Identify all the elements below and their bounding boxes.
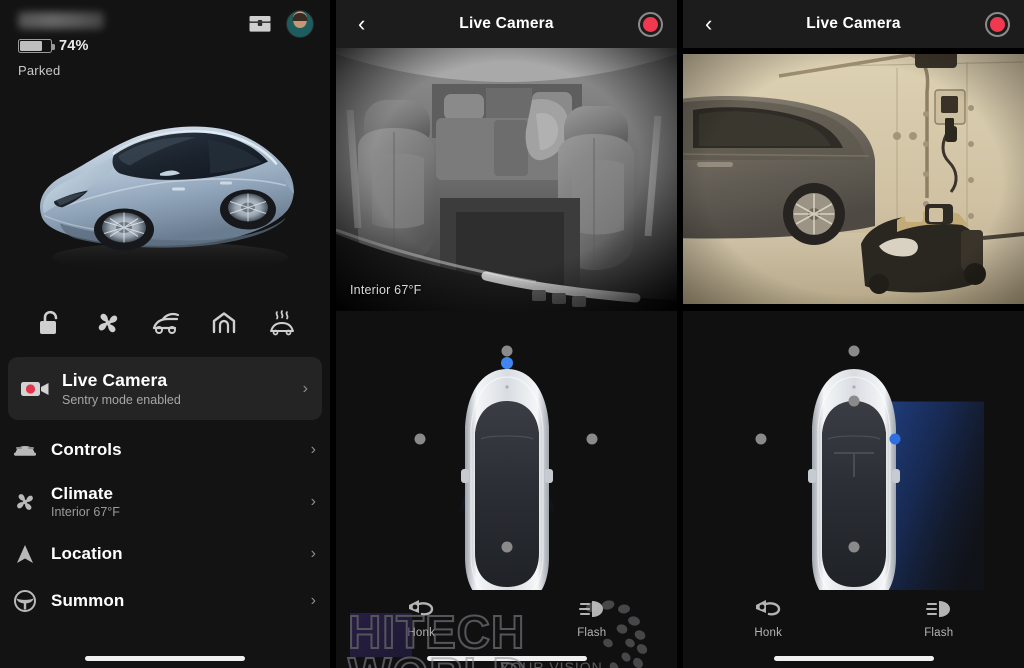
honk-button[interactable]: Honk — [336, 598, 507, 639]
camera-header: ‹ Live Camera — [336, 0, 677, 48]
battery-fill — [20, 41, 43, 51]
record-button[interactable] — [638, 11, 663, 37]
camera-selector-area: HITECH WORLD YOUR VISION IS FUTURE — [336, 311, 677, 668]
live-camera-chevron: › — [302, 379, 308, 397]
live-camera-texts: Live Camera Sentry mode enabled — [62, 370, 291, 407]
flash-button[interactable]: Flash — [854, 598, 1024, 639]
navigation-arrow-icon — [12, 543, 38, 565]
menu-label: Location — [51, 544, 123, 563]
vehicle-top-view — [460, 368, 553, 609]
honk-label: Honk — [754, 627, 783, 639]
vehicle-state-label: Parked — [18, 63, 61, 78]
camera-selector-area: Honk Flash — [683, 311, 1024, 668]
fan-climate-icon — [12, 490, 38, 514]
back-button[interactable]: ‹ — [350, 9, 373, 39]
menu-item-summon[interactable]: Summon › — [8, 577, 322, 625]
menu-item-climate[interactable]: Climate Interior 67°F › — [8, 472, 322, 531]
battery-status: 74% — [18, 38, 312, 54]
unlock-icon — [40, 310, 58, 334]
right-repeater-camera-image — [683, 48, 1024, 311]
flash-label: Flash — [924, 627, 954, 639]
quick-action-trunk[interactable] — [146, 303, 186, 343]
live-camera-interior-panel: ‹ Live Camera Interior 67°F YOUR VISION … — [336, 0, 677, 668]
frunk-trunk-icon — [152, 312, 180, 334]
headlight-flash-icon — [925, 601, 950, 617]
interior-camera-dot[interactable] — [848, 395, 859, 407]
front-camera-dot[interactable] — [848, 345, 859, 357]
honk-button[interactable]: Honk — [683, 598, 854, 639]
quick-action-climate[interactable] — [88, 303, 128, 343]
quick-action-garage[interactable] — [204, 303, 244, 343]
left-repeater-camera-dot[interactable] — [755, 433, 767, 445]
record-button[interactable] — [985, 11, 1010, 37]
quick-action-unlock[interactable] — [30, 303, 70, 343]
menu-texts: Summon — [51, 591, 298, 611]
car-front-icon — [12, 442, 38, 458]
vehicle-render — [0, 74, 330, 289]
horn-icon — [409, 600, 434, 616]
interior-temp-overlay: Interior 67°F — [350, 283, 422, 297]
camera-feed-interior[interactable]: Interior 67°F — [336, 48, 677, 311]
right-repeater-camera-dot[interactable] — [586, 433, 598, 445]
menu-texts: Climate Interior 67°F — [51, 484, 298, 519]
menu-item-location[interactable]: Location › — [8, 531, 322, 577]
menu-label: Controls — [51, 440, 122, 459]
header-actions — [248, 10, 314, 38]
camera-header: ‹ Live Camera — [683, 0, 1024, 48]
honk-label: Honk — [407, 627, 436, 639]
defrost-icon — [270, 310, 294, 336]
menu-label: Summon — [51, 591, 125, 610]
interior-camera-image — [336, 48, 677, 311]
battery-percent-label: 74% — [59, 38, 89, 54]
front-camera-dot[interactable] — [501, 345, 512, 357]
quick-actions-row — [0, 293, 330, 343]
garage-home-icon — [212, 312, 236, 334]
rear-camera-dot[interactable] — [501, 541, 512, 553]
live-camera-repeater-panel: ‹ Live Camera Honk Flash — [683, 0, 1024, 668]
screenshot-root: 74% Parked Live Camera Sentry mode enabl… — [0, 0, 1024, 668]
steering-wheel-icon — [12, 589, 38, 613]
menu-texts: Controls — [51, 440, 298, 460]
fan-climate-icon — [98, 313, 118, 333]
horn-icon — [756, 600, 781, 616]
quick-action-defrost[interactable] — [262, 303, 302, 343]
live-camera-card[interactable]: Live Camera Sentry mode enabled › — [8, 357, 322, 420]
live-camera-icon — [21, 381, 49, 396]
left-repeater-camera-dot[interactable] — [414, 433, 426, 445]
battery-icon — [18, 39, 55, 53]
menu-item-controls[interactable]: Controls › — [8, 428, 322, 472]
home-indicator — [85, 656, 245, 661]
record-dot-icon — [990, 16, 1005, 32]
live-camera-subtitle: Sentry mode enabled — [62, 393, 181, 407]
menu-chevron: › — [310, 545, 316, 562]
main-menu-list: Controls › Climate Interior 67°F › Locat… — [0, 426, 330, 625]
tesla-model3-render — [40, 126, 294, 272]
menu-texts: Location — [51, 544, 298, 564]
toybox-icon[interactable] — [248, 14, 272, 34]
menu-sublabel: Interior 67°F — [51, 505, 120, 519]
menu-chevron: › — [310, 492, 316, 510]
profile-avatar[interactable] — [286, 10, 314, 38]
home-indicator — [773, 656, 934, 661]
record-dot-icon — [643, 16, 658, 32]
right-repeater-camera-dot[interactable] — [889, 433, 901, 445]
rear-camera-dot[interactable] — [848, 541, 859, 553]
back-button[interactable]: ‹ — [697, 9, 720, 39]
flash-button[interactable]: Flash — [507, 598, 678, 639]
vehicle-home-panel: 74% Parked Live Camera Sentry mode enabl… — [0, 0, 330, 668]
camera-page-title: Live Camera — [806, 15, 901, 32]
menu-label: Climate — [51, 484, 114, 503]
home-indicator — [426, 656, 587, 661]
camera-page-title: Live Camera — [459, 15, 554, 32]
flash-label: Flash — [577, 627, 607, 639]
vehicle-name-blurred — [18, 12, 104, 29]
menu-chevron: › — [310, 592, 316, 609]
headlight-flash-icon — [578, 601, 603, 617]
menu-chevron: › — [310, 441, 316, 458]
camera-feed-right-repeater[interactable] — [683, 48, 1024, 311]
live-camera-title: Live Camera — [62, 370, 168, 390]
